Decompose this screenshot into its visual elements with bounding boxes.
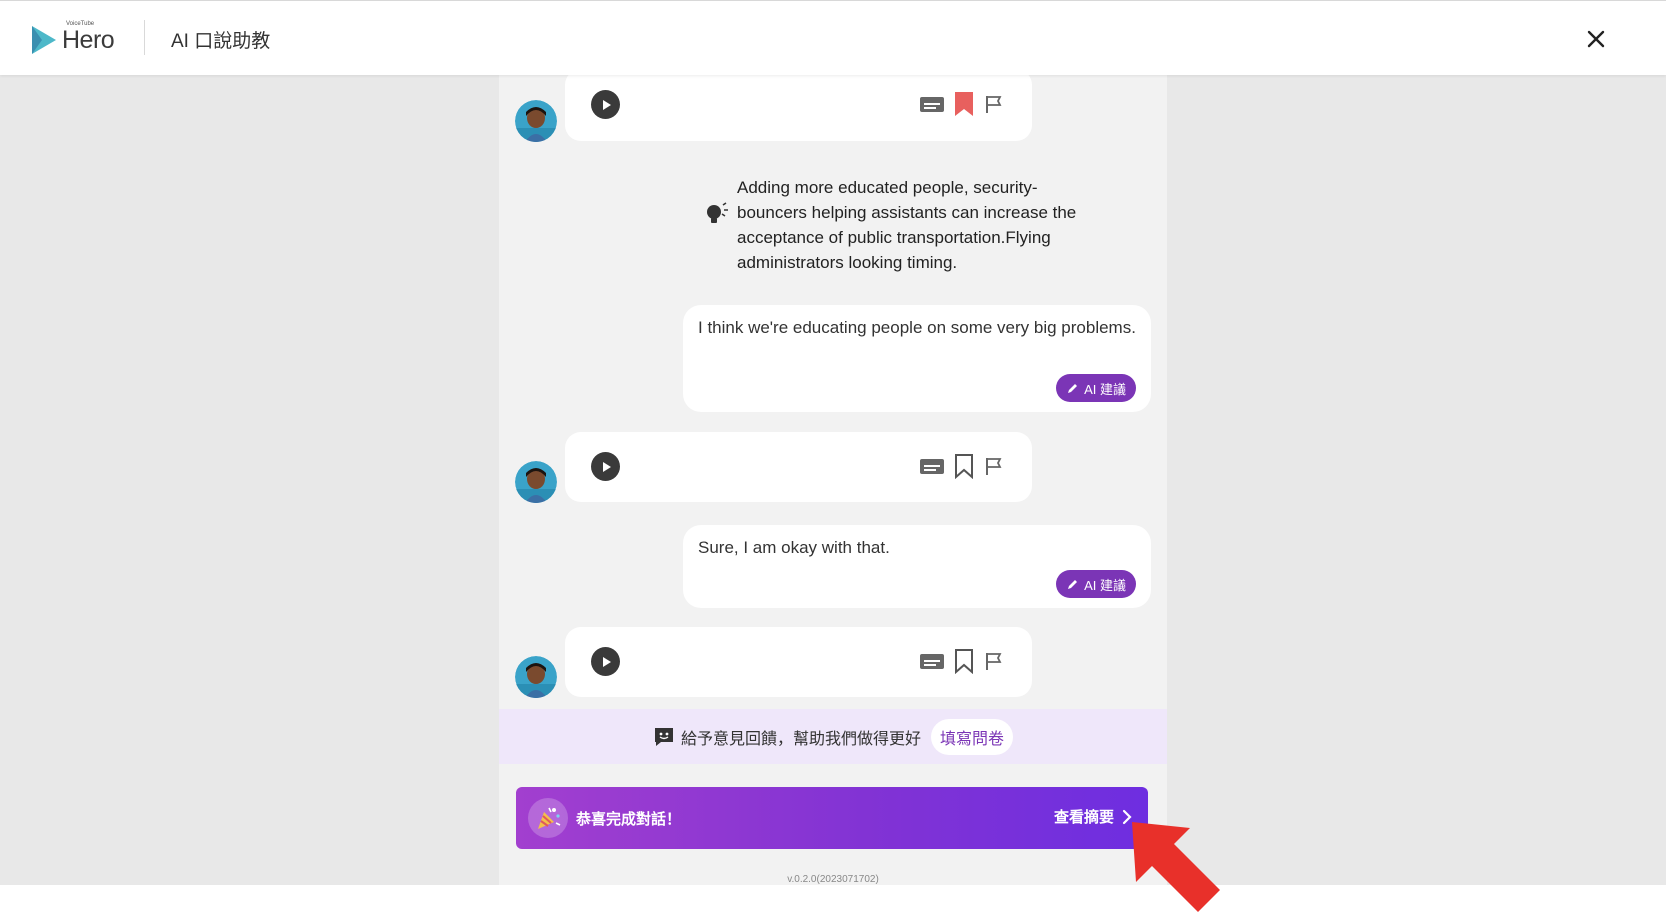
play-icon [602,99,611,110]
lightbulb-icon [703,200,729,275]
feedback-bar: 給予意見回饋，幫助我們做得更好 填寫問卷 [499,709,1167,764]
user-message-text: I think we're educating people on some v… [698,318,1136,337]
page-title: AI 口說助教 [171,31,271,52]
party-icon [528,798,568,838]
view-summary-banner[interactable]: 恭喜完成對話！ 查看摘要 [516,787,1148,849]
avatar [515,656,557,698]
avatar [515,100,557,142]
user-message: Sure, I am okay with that. AI 建議 [683,525,1151,608]
header: VoiceTube Hero AI 口說助教 [0,0,1666,75]
subtitle-icon [920,654,944,669]
pencil-icon [1068,579,1078,589]
bookmark-icon [955,92,973,116]
play-icon [602,461,611,472]
subtitle-icon [920,459,944,474]
view-summary-label: 查看摘要 [1053,809,1114,826]
feedback-text: 給予意見回饋，幫助我們做得更好 [680,730,921,748]
annotation-arrow-icon [1132,822,1220,912]
hint-text: Adding more educated people, security-bo… [737,178,1077,272]
play-button[interactable] [591,90,620,119]
subtitle-button[interactable] [920,457,944,475]
bookmark-icon [955,454,973,479]
flag-icon [986,96,1002,113]
pencil-icon [1068,383,1078,393]
bot-message [565,627,1032,697]
ai-suggestion-label: AI 建議 [1084,381,1126,397]
app-window: VoiceTube Hero AI 口說助教 Adding more educa… [0,0,1666,885]
subtitle-button[interactable] [920,652,944,670]
user-message: I think we're educating people on some v… [683,305,1151,412]
bookmark-button[interactable] [954,91,974,117]
flag-icon [986,458,1002,475]
logo[interactable]: VoiceTube Hero [30,21,120,57]
survey-button[interactable]: 填寫問卷 [931,718,1014,755]
finish-message: 恭喜完成對話！ [576,811,682,828]
view-summary-link[interactable]: 查看摘要 [1054,806,1132,827]
play-icon [602,656,611,667]
bot-message [565,69,1032,141]
chat-panel: Adding more educated people, security-bo… [499,69,1167,885]
report-button[interactable] [984,456,1004,476]
subtitle-icon [920,97,944,112]
report-button[interactable] [984,651,1004,671]
version-text: v.0.2.0(2023071702) [787,874,879,885]
hint-box: Adding more educated people, security-bo… [703,175,1103,275]
bottom-area [0,885,1666,924]
flag-icon [986,653,1002,670]
bot-message [565,432,1032,502]
bookmark-button[interactable] [954,648,974,674]
logo-name: Hero [62,26,115,54]
play-button[interactable] [591,452,620,481]
close-button[interactable] [1580,23,1612,55]
header-divider [144,20,145,55]
close-icon [1587,30,1605,48]
bookmark-button[interactable] [954,453,974,479]
bookmark-icon [955,649,973,674]
ai-suggestion-button[interactable]: AI 建議 [1056,374,1136,402]
report-button[interactable] [984,94,1004,114]
feedback-icon [654,727,673,746]
ai-suggestion-label: AI 建議 [1084,577,1126,593]
avatar [515,461,557,503]
logo-play-icon [32,26,56,54]
ai-suggestion-button[interactable]: AI 建議 [1056,570,1136,598]
user-message-text: Sure, I am okay with that. [698,538,890,557]
subtitle-button[interactable] [920,95,944,113]
play-button[interactable] [591,647,620,676]
